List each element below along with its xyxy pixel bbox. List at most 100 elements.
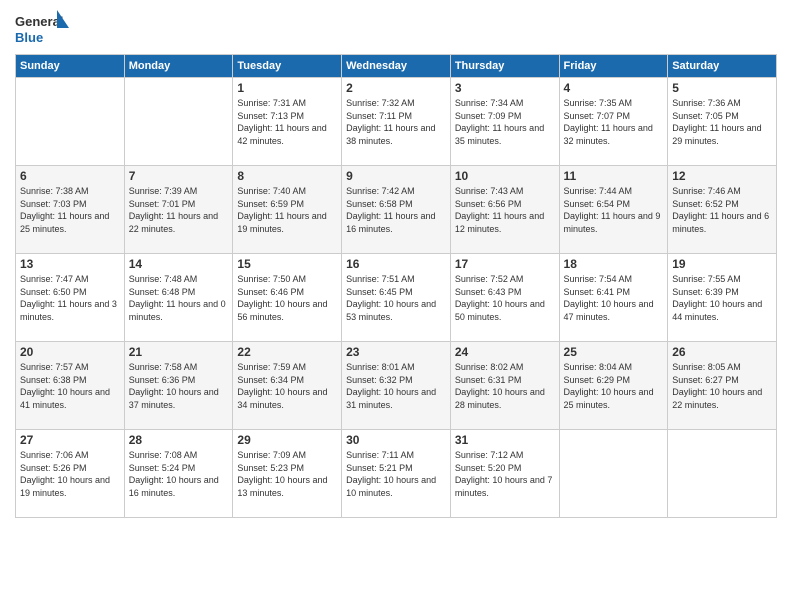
page-header: GeneralBlue: [15, 10, 777, 46]
calendar-header-tuesday: Tuesday: [233, 55, 342, 78]
day-info: Sunrise: 7:50 AMSunset: 6:46 PMDaylight:…: [237, 273, 337, 323]
calendar-cell: 24 Sunrise: 8:02 AMSunset: 6:31 PMDayligh…: [450, 342, 559, 430]
calendar-cell: 6 Sunrise: 7:38 AMSunset: 7:03 PMDaylight…: [16, 166, 125, 254]
day-info: Sunrise: 7:06 AMSunset: 5:26 PMDaylight:…: [20, 449, 120, 499]
day-number: 18: [564, 257, 664, 271]
calendar-header-row: SundayMondayTuesdayWednesdayThursdayFrid…: [16, 55, 777, 78]
day-number: 19: [672, 257, 772, 271]
day-number: 28: [129, 433, 229, 447]
day-info: Sunrise: 7:47 AMSunset: 6:50 PMDaylight:…: [20, 273, 120, 323]
calendar-week-row: 20 Sunrise: 7:57 AMSunset: 6:38 PMDayligh…: [16, 342, 777, 430]
day-number: 9: [346, 169, 446, 183]
day-info: Sunrise: 7:52 AMSunset: 6:43 PMDaylight:…: [455, 273, 555, 323]
day-number: 2: [346, 81, 446, 95]
calendar-cell: 18 Sunrise: 7:54 AMSunset: 6:41 PMDayligh…: [559, 254, 668, 342]
day-number: 7: [129, 169, 229, 183]
calendar-cell: 22Sunrise: 7:59 AMSunset: 6:34 PMDayligh…: [233, 342, 342, 430]
day-info: Sunrise: 7:08 AMSunset: 5:24 PMDaylight:…: [129, 449, 229, 499]
calendar-cell: 8Sunrise: 7:40 AMSunset: 6:59 PMDaylight…: [233, 166, 342, 254]
calendar-cell: 25 Sunrise: 8:04 AMSunset: 6:29 PMDayligh…: [559, 342, 668, 430]
calendar-cell: 17 Sunrise: 7:52 AMSunset: 6:43 PMDayligh…: [450, 254, 559, 342]
calendar-cell: 31Sunrise: 7:12 AMSunset: 5:20 PMDayligh…: [450, 430, 559, 518]
calendar-cell: 3 Sunrise: 7:34 AMSunset: 7:09 PMDaylight…: [450, 78, 559, 166]
day-number: 29: [237, 433, 337, 447]
day-number: 6: [20, 169, 120, 183]
day-number: 3: [455, 81, 555, 95]
day-number: 17: [455, 257, 555, 271]
day-info: Sunrise: 7:46 AMSunset: 6:52 PMDaylight:…: [672, 185, 772, 235]
calendar-cell: [16, 78, 125, 166]
calendar-cell: 9 Sunrise: 7:42 AMSunset: 6:58 PMDaylight…: [342, 166, 451, 254]
day-number: 15: [237, 257, 337, 271]
calendar-cell: 20 Sunrise: 7:57 AMSunset: 6:38 PMDayligh…: [16, 342, 125, 430]
day-info: Sunrise: 7:09 AMSunset: 5:23 PMDaylight:…: [237, 449, 337, 499]
day-info: Sunrise: 7:40 AMSunset: 6:59 PMDaylight:…: [237, 185, 337, 235]
day-info: Sunrise: 7:55 AMSunset: 6:39 PMDaylight:…: [672, 273, 772, 323]
calendar-cell: 21 Sunrise: 7:58 AMSunset: 6:36 PMDayligh…: [124, 342, 233, 430]
calendar-cell: 19 Sunrise: 7:55 AMSunset: 6:39 PMDayligh…: [668, 254, 777, 342]
calendar-cell: 2 Sunrise: 7:32 AMSunset: 7:11 PMDaylight…: [342, 78, 451, 166]
calendar-cell: 14 Sunrise: 7:48 AMSunset: 6:48 PMDayligh…: [124, 254, 233, 342]
day-info: Sunrise: 7:39 AMSunset: 7:01 PMDaylight:…: [129, 185, 229, 235]
day-info: Sunrise: 7:44 AMSunset: 6:54 PMDaylight:…: [564, 185, 664, 235]
day-number: 16: [346, 257, 446, 271]
svg-text:Blue: Blue: [15, 30, 43, 45]
day-info: Sunrise: 7:43 AMSunset: 6:56 PMDaylight:…: [455, 185, 555, 235]
calendar-cell: 10 Sunrise: 7:43 AMSunset: 6:56 PMDayligh…: [450, 166, 559, 254]
day-info: Sunrise: 7:58 AMSunset: 6:36 PMDaylight:…: [129, 361, 229, 411]
calendar-cell: 30Sunrise: 7:11 AMSunset: 5:21 PMDayligh…: [342, 430, 451, 518]
calendar-week-row: 1 Sunrise: 7:31 AMSunset: 7:13 PMDaylight…: [16, 78, 777, 166]
calendar-cell: 1 Sunrise: 7:31 AMSunset: 7:13 PMDaylight…: [233, 78, 342, 166]
calendar-cell: 7 Sunrise: 7:39 AMSunset: 7:01 PMDaylight…: [124, 166, 233, 254]
calendar-cell: 4 Sunrise: 7:35 AMSunset: 7:07 PMDaylight…: [559, 78, 668, 166]
calendar-header-saturday: Saturday: [668, 55, 777, 78]
calendar-cell: 16 Sunrise: 7:51 AMSunset: 6:45 PMDayligh…: [342, 254, 451, 342]
day-number: 1: [237, 81, 337, 95]
day-number: 14: [129, 257, 229, 271]
day-number: 26: [672, 345, 772, 359]
day-info: Sunrise: 7:54 AMSunset: 6:41 PMDaylight:…: [564, 273, 664, 323]
calendar-table: SundayMondayTuesdayWednesdayThursdayFrid…: [15, 54, 777, 518]
day-info: Sunrise: 8:02 AMSunset: 6:31 PMDaylight:…: [455, 361, 555, 411]
day-info: Sunrise: 7:51 AMSunset: 6:45 PMDaylight:…: [346, 273, 446, 323]
calendar-header-monday: Monday: [124, 55, 233, 78]
day-info: Sunrise: 7:12 AMSunset: 5:20 PMDaylight:…: [455, 449, 555, 499]
day-number: 24: [455, 345, 555, 359]
calendar-cell: 15 Sunrise: 7:50 AMSunset: 6:46 PMDayligh…: [233, 254, 342, 342]
calendar-cell: 23Sunrise: 8:01 AMSunset: 6:32 PMDayligh…: [342, 342, 451, 430]
day-number: 27: [20, 433, 120, 447]
day-info: Sunrise: 7:48 AMSunset: 6:48 PMDaylight:…: [129, 273, 229, 323]
day-info: Sunrise: 7:34 AMSunset: 7:09 PMDaylight:…: [455, 97, 555, 147]
calendar-cell: [668, 430, 777, 518]
day-info: Sunrise: 8:05 AMSunset: 6:27 PMDaylight:…: [672, 361, 772, 411]
day-info: Sunrise: 7:57 AMSunset: 6:38 PMDaylight:…: [20, 361, 120, 411]
day-info: Sunrise: 7:38 AMSunset: 7:03 PMDaylight:…: [20, 185, 120, 235]
day-info: Sunrise: 7:36 AMSunset: 7:05 PMDaylight:…: [672, 97, 772, 147]
logo-svg: GeneralBlue: [15, 10, 70, 46]
calendar-cell: [559, 430, 668, 518]
day-number: 22: [237, 345, 337, 359]
calendar-cell: [124, 78, 233, 166]
svg-text:General: General: [15, 14, 63, 29]
calendar-week-row: 27 Sunrise: 7:06 AMSunset: 5:26 PMDayligh…: [16, 430, 777, 518]
logo: GeneralBlue: [15, 10, 70, 46]
day-number: 23: [346, 345, 446, 359]
day-info: Sunrise: 7:31 AMSunset: 7:13 PMDaylight:…: [237, 97, 337, 147]
day-info: Sunrise: 8:04 AMSunset: 6:29 PMDaylight:…: [564, 361, 664, 411]
day-number: 10: [455, 169, 555, 183]
day-number: 20: [20, 345, 120, 359]
calendar-cell: 26 Sunrise: 8:05 AMSunset: 6:27 PMDayligh…: [668, 342, 777, 430]
calendar-cell: 12 Sunrise: 7:46 AMSunset: 6:52 PMDayligh…: [668, 166, 777, 254]
day-info: Sunrise: 7:42 AMSunset: 6:58 PMDaylight:…: [346, 185, 446, 235]
day-number: 21: [129, 345, 229, 359]
day-number: 25: [564, 345, 664, 359]
calendar-header-wednesday: Wednesday: [342, 55, 451, 78]
day-number: 12: [672, 169, 772, 183]
day-number: 4: [564, 81, 664, 95]
day-info: Sunrise: 7:32 AMSunset: 7:11 PMDaylight:…: [346, 97, 446, 147]
calendar-week-row: 13Sunrise: 7:47 AMSunset: 6:50 PMDayligh…: [16, 254, 777, 342]
day-info: Sunrise: 7:35 AMSunset: 7:07 PMDaylight:…: [564, 97, 664, 147]
calendar-cell: 13Sunrise: 7:47 AMSunset: 6:50 PMDayligh…: [16, 254, 125, 342]
calendar-header-thursday: Thursday: [450, 55, 559, 78]
day-info: Sunrise: 7:11 AMSunset: 5:21 PMDaylight:…: [346, 449, 446, 499]
